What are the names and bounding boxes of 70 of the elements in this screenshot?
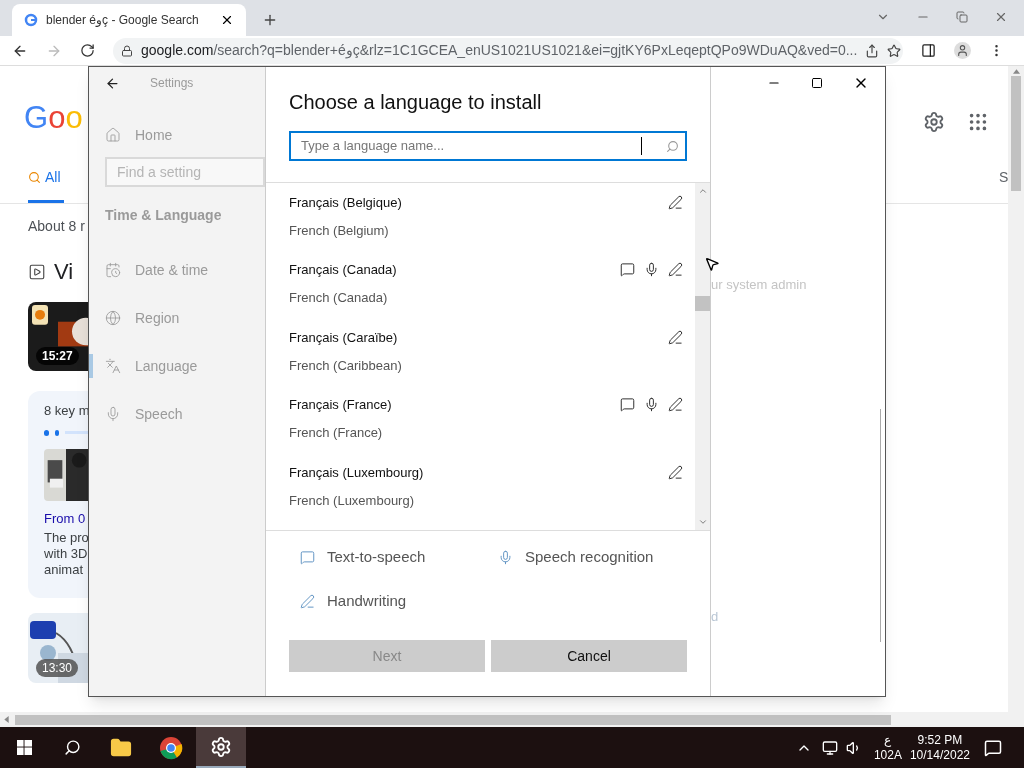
home-icon: [105, 127, 121, 143]
settings-icon[interactable]: [196, 727, 246, 768]
key-moment-snippet: The pro with 3D animat: [44, 530, 88, 578]
language-name[interactable]: Français (Belgique): [289, 193, 620, 213]
google-icon: [24, 13, 38, 27]
network-icon[interactable]: [821, 739, 838, 756]
dialog-title: Choose a language to install: [289, 90, 543, 115]
list-scrollbar[interactable]: [695, 183, 710, 530]
apps-icon[interactable]: [967, 111, 989, 133]
scroll-up-icon[interactable]: [1012, 69, 1020, 74]
progress-dots: [44, 428, 88, 437]
share-icon[interactable]: [865, 43, 880, 58]
videos-heading: Vi: [54, 258, 74, 286]
search-icon: [28, 171, 41, 184]
text-cursor: [641, 137, 642, 155]
globe-icon: [105, 310, 121, 326]
feature-legend-label: Speech recognition: [525, 546, 654, 567]
language-english-name: French (France): [289, 424, 384, 443]
video-icon: [28, 262, 46, 281]
language-english-name: French (Belgium): [289, 222, 390, 240]
feature-legend-label: Text-to-speech: [327, 546, 426, 567]
maximize-icon[interactable]: [811, 77, 823, 89]
browser-tab[interactable]: blender éوç - Google Search: [12, 4, 246, 36]
language-name[interactable]: Français (Canada): [289, 260, 620, 281]
profile-icon[interactable]: [954, 42, 971, 59]
restore-icon[interactable]: [956, 11, 968, 23]
video-duration: 13:30: [36, 659, 79, 677]
notification-icon[interactable]: [984, 738, 1002, 757]
vertical-scrollbar[interactable]: [1008, 66, 1024, 712]
window-title: Settings: [150, 75, 194, 92]
background-text: ur system admin: [711, 276, 808, 294]
language-english-name: French (Caribbean): [289, 356, 403, 375]
language-search-field[interactable]: Type a language name...: [289, 131, 687, 161]
calendar-icon: [105, 262, 121, 278]
key-moments-title: 8 key m: [44, 402, 88, 420]
language-name[interactable]: Français (France): [289, 395, 620, 416]
speech-bubble-icon: [300, 549, 315, 565]
cancel-button[interactable]: Cancel: [491, 640, 687, 672]
star-icon[interactable]: [887, 43, 902, 58]
feature-legend-label: Handwriting: [327, 590, 407, 611]
language-name[interactable]: Français (Caraïbe): [289, 327, 620, 348]
lock-icon: [121, 44, 133, 57]
new-tab-icon[interactable]: [262, 12, 278, 28]
background-text: d: [711, 607, 720, 626]
google-logo: Goo: [24, 102, 84, 133]
language-english-name: French (Luxembourg): [289, 491, 415, 510]
tab-title: blender éوç - Google Search: [46, 12, 200, 29]
result-stats: About 8 r: [28, 217, 86, 236]
reload-icon[interactable]: [80, 43, 95, 58]
settings-icon[interactable]: [923, 111, 945, 133]
section-heading: Time & Language: [104, 206, 223, 225]
scroll-thumb[interactable]: [15, 714, 891, 725]
key-moment-link[interactable]: From 0: [44, 508, 88, 528]
video-duration: 15:27: [36, 347, 79, 365]
scroll-thumb[interactable]: [1011, 76, 1021, 191]
microphone-icon: [105, 406, 121, 422]
close-icon[interactable]: [220, 13, 234, 27]
language-name[interactable]: Français (Luxembourg): [289, 462, 620, 483]
back-icon[interactable]: [105, 75, 120, 91]
language-icon: [105, 358, 121, 374]
clock[interactable]: 9:52 PM 10/14/2022: [909, 732, 970, 763]
side-panel-icon[interactable]: [921, 43, 936, 58]
scroll-thumb[interactable]: [695, 296, 710, 311]
search-tab[interactable]: S: [999, 167, 1008, 188]
horizontal-scrollbar[interactable]: [0, 712, 1024, 727]
search-tab[interactable]: All: [28, 167, 64, 203]
language-english-name: French (Canada): [289, 289, 389, 308]
scroll-left-icon[interactable]: [4, 716, 9, 723]
pen-icon: [300, 593, 315, 609]
microphone-icon: [498, 549, 513, 565]
